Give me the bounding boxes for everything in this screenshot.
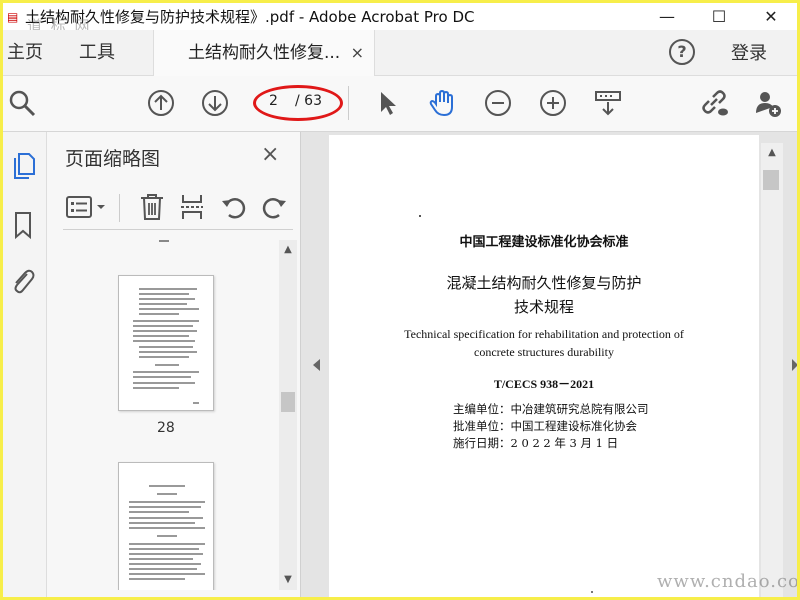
english-title: Technical specification for rehabilitati… bbox=[329, 325, 759, 361]
title-bar: ▤ 土结构耐久性修复与防护技术规程》.pdf - Adobe Acrobat P… bbox=[3, 3, 797, 35]
tab-tools[interactable]: 工具 bbox=[79, 30, 115, 76]
next-page-icon[interactable] bbox=[200, 88, 230, 118]
maximize-button[interactable]: ☐ bbox=[693, 3, 745, 30]
document-scrollbar[interactable]: ▲ bbox=[761, 143, 783, 597]
help-icon[interactable]: ? bbox=[669, 39, 695, 65]
title-line-1: 混凝土结构耐久性修复与防护 bbox=[446, 274, 642, 292]
current-page-input[interactable]: 2 bbox=[269, 93, 278, 109]
tab-document-label: 土结构耐久性修复... bbox=[188, 43, 341, 63]
attachment-icon[interactable] bbox=[9, 266, 37, 296]
thumbnail-list: 28 bbox=[63, 240, 279, 590]
scroll-down-arrow-icon[interactable]: ▼ bbox=[280, 574, 296, 585]
page-thumbnails-icon[interactable] bbox=[9, 152, 37, 182]
document-title: 混凝土结构耐久性修复与防护 技术规程 bbox=[329, 271, 759, 319]
tab-document[interactable]: 土结构耐久性修复... × bbox=[153, 30, 375, 76]
watermark-bottom: www.cndao.com bbox=[657, 571, 800, 592]
scroll-up-arrow-icon[interactable]: ▲ bbox=[280, 244, 296, 255]
page-thumbnail-next[interactable] bbox=[118, 462, 214, 590]
thumbnail-toolbar bbox=[63, 190, 293, 230]
panel-title: 页面缩略图 bbox=[65, 148, 161, 170]
page-number-field[interactable]: 2 / 63 bbox=[253, 85, 343, 121]
document-scroll-thumb[interactable] bbox=[763, 170, 779, 190]
select-cursor-icon[interactable] bbox=[373, 88, 403, 118]
add-user-icon[interactable] bbox=[753, 88, 783, 118]
window-title: 土结构耐久性修复与防护技术规程》.pdf - Adobe Acrobat Pro… bbox=[25, 8, 475, 26]
title-line-2: 技术规程 bbox=[513, 298, 574, 316]
thumbnail-page-number: 28 bbox=[157, 420, 175, 436]
document-view: 中国工程建设标准化协会标准 混凝土结构耐久性修复与防护 技术规程 Technic… bbox=[301, 132, 797, 597]
delete-page-icon[interactable] bbox=[137, 192, 167, 222]
thumbnail-scroll-thumb[interactable] bbox=[281, 392, 295, 412]
rotate-left-icon[interactable] bbox=[219, 192, 249, 222]
close-window-button[interactable]: ✕ bbox=[745, 3, 797, 30]
english-title-line-1: Technical specification for rehabilitati… bbox=[404, 327, 684, 341]
approver-unit: 批准单位：中国工程建设标准化协会 bbox=[453, 419, 637, 433]
page-speck-bottom bbox=[591, 591, 593, 593]
main-toolbar: 2 / 63 bbox=[3, 76, 797, 132]
doc-scroll-up-arrow-icon[interactable]: ▲ bbox=[764, 147, 780, 158]
zoom-in-icon[interactable] bbox=[538, 88, 568, 118]
app-window: ▤ 土结构耐久性修复与防护技术规程》.pdf - Adobe Acrobat P… bbox=[0, 0, 800, 600]
previous-thumbnail-edge bbox=[159, 240, 169, 242]
page-speck bbox=[419, 215, 421, 217]
minimize-button[interactable]: — bbox=[641, 3, 693, 30]
page-thumbnails-panel: 页面缩略图 × 28 ▲ ▼ bbox=[47, 132, 301, 597]
editor-unit: 主编单位：中冶建筑研究总院有限公司 bbox=[453, 402, 649, 416]
document-metadata: 主编单位：中冶建筑研究总院有限公司 批准单位：中国工程建设标准化协会 施行日期：… bbox=[453, 401, 649, 452]
standard-code: T/CECS 938－2021 bbox=[493, 377, 595, 391]
zoom-out-icon[interactable] bbox=[483, 88, 513, 118]
english-title-line-2: concrete structures durability bbox=[474, 345, 614, 359]
page-thumbnail[interactable] bbox=[118, 275, 214, 411]
previous-page-icon[interactable] bbox=[146, 88, 176, 118]
thumbnail-toolbar-divider bbox=[119, 194, 120, 222]
rotate-right-icon[interactable] bbox=[259, 192, 289, 222]
options-menu-icon[interactable] bbox=[65, 192, 109, 222]
tab-bar: 主页 工具 土结构耐久性修复... × ? 登录 bbox=[3, 30, 797, 76]
left-nav-rail bbox=[3, 132, 47, 597]
tab-close-button[interactable]: × bbox=[351, 30, 364, 76]
toolbar-divider bbox=[348, 86, 349, 120]
collapse-left-panel-icon[interactable] bbox=[307, 353, 327, 377]
pdf-page: 中国工程建设标准化协会标准 混凝土结构耐久性修复与防护 技术规程 Technic… bbox=[329, 135, 759, 597]
tab-home[interactable]: 主页 bbox=[7, 30, 43, 76]
total-pages-label: / 63 bbox=[295, 93, 322, 109]
panel-close-button[interactable]: × bbox=[261, 142, 279, 167]
insert-page-icon[interactable] bbox=[177, 192, 207, 222]
hand-tool-icon[interactable] bbox=[427, 88, 457, 118]
zoom-search-icon[interactable] bbox=[7, 88, 37, 118]
thumbnail-scrollbar[interactable]: ▲ ▼ bbox=[279, 240, 297, 590]
standard-organization: 中国工程建设标准化协会标准 bbox=[459, 235, 629, 250]
expand-right-panel-icon[interactable] bbox=[789, 353, 799, 377]
login-button[interactable]: 登录 bbox=[731, 30, 767, 78]
pdf-app-icon: ▤ bbox=[7, 9, 19, 24]
bookmark-icon[interactable] bbox=[9, 210, 37, 240]
effective-date: 施行日期：2 0 2 2 年 3 月 1 日 bbox=[453, 436, 619, 450]
keyboard-scroll-icon[interactable] bbox=[593, 88, 623, 118]
share-link-icon[interactable] bbox=[699, 88, 729, 118]
